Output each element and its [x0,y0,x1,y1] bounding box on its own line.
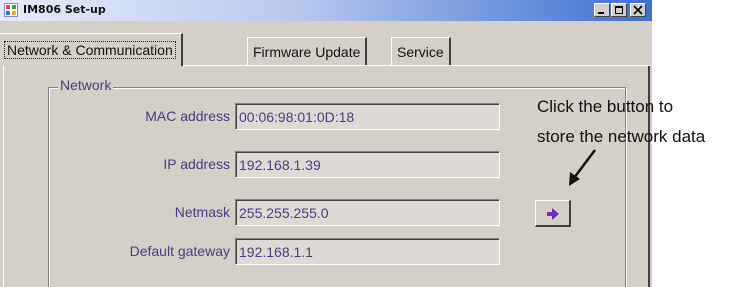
tab-firmware-update[interactable]: Firmware Update [247,37,368,65]
close-button[interactable] [630,3,646,17]
minimize-button[interactable] [594,3,610,17]
default-gateway-label: Default gateway [129,243,230,259]
tab-label: Network & Communication [4,41,176,59]
right-arrow-icon [547,208,559,220]
store-network-button[interactable] [535,200,571,227]
minimize-icon [598,12,604,14]
netmask-label: Netmask [174,204,230,220]
ip-address-label: IP address [163,156,230,172]
tab-label: Service [397,44,444,60]
title-bar[interactable]: IM806 Set-up [0,0,652,21]
app-icon [4,3,18,17]
annotation-line-1: Click the button to [537,97,674,116]
maximize-icon [615,6,623,14]
network-group-label: Network [58,77,114,93]
mac-address-label: MAC address [145,108,230,124]
mac-address-field[interactable]: 00:06:98:01:0D:18 [235,103,500,130]
tab-label: Firmware Update [253,44,361,60]
annotation-line-2: store the network data [537,127,706,146]
tab-service[interactable]: Service [391,37,451,65]
netmask-field[interactable]: 255.255.255.0 [235,199,500,226]
window-title: IM806 Set-up [23,3,106,16]
tab-network-communication[interactable]: Network & Communication [0,33,183,66]
ip-address-field[interactable]: 192.168.1.39 [235,151,500,178]
default-gateway-field[interactable]: 192.168.1.1 [235,238,500,265]
maximize-button[interactable] [611,3,627,17]
close-icon [633,5,643,15]
